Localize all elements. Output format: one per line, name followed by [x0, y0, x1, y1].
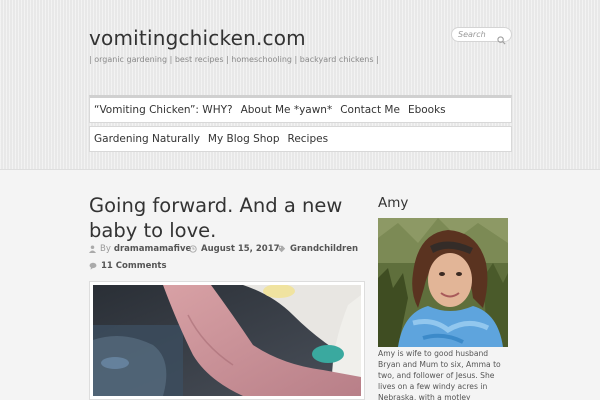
comment-icon	[89, 262, 97, 270]
author-bio: Amy is wife to good husband Bryan and Mu…	[378, 349, 501, 400]
post-author: By dramamamafive	[89, 244, 191, 254]
category-link[interactable]: Grandchildren	[290, 244, 358, 254]
post-featured-image[interactable]	[89, 281, 365, 400]
site-title[interactable]: vomitingchicken.com	[89, 26, 306, 50]
nav-item-about[interactable]: About Me *yawn*	[237, 104, 337, 116]
post-category: Grandchildren	[278, 244, 358, 254]
tag-icon	[278, 245, 286, 253]
comments-link[interactable]: 11 Comments	[101, 261, 167, 271]
nav-item-gardening[interactable]: Gardening Naturally	[90, 133, 204, 145]
author-link[interactable]: dramamamafive	[114, 244, 191, 254]
search-icon[interactable]	[497, 30, 506, 45]
secondary-nav: Gardening Naturally My Blog Shop Recipes	[89, 126, 512, 152]
nav-item-why[interactable]: “Vomiting Chicken”: WHY?	[90, 104, 237, 116]
by-label: By	[100, 244, 111, 254]
nav-item-contact[interactable]: Contact Me	[336, 104, 404, 116]
avatar	[378, 218, 508, 347]
search-input[interactable]: Search	[451, 27, 512, 45]
nav-item-recipes[interactable]: Recipes	[284, 133, 333, 145]
post-date: August 15, 2017	[189, 244, 280, 254]
post-comments: 11 Comments	[89, 261, 167, 271]
nav-item-ebooks[interactable]: Ebooks	[404, 104, 450, 116]
primary-nav: “Vomiting Chicken”: WHY? About Me *yawn*…	[89, 95, 512, 123]
user-icon	[89, 245, 96, 253]
post-title[interactable]: Going forward. And a new baby to love.	[89, 193, 369, 243]
sidebar-title: Amy	[378, 195, 409, 211]
date-link[interactable]: August 15, 2017	[201, 244, 280, 254]
site-tagline: | organic gardening | best recipes | hom…	[89, 55, 379, 64]
search-placeholder: Search	[458, 30, 486, 39]
clock-icon	[189, 245, 197, 253]
nav-item-shop[interactable]: My Blog Shop	[204, 133, 284, 145]
